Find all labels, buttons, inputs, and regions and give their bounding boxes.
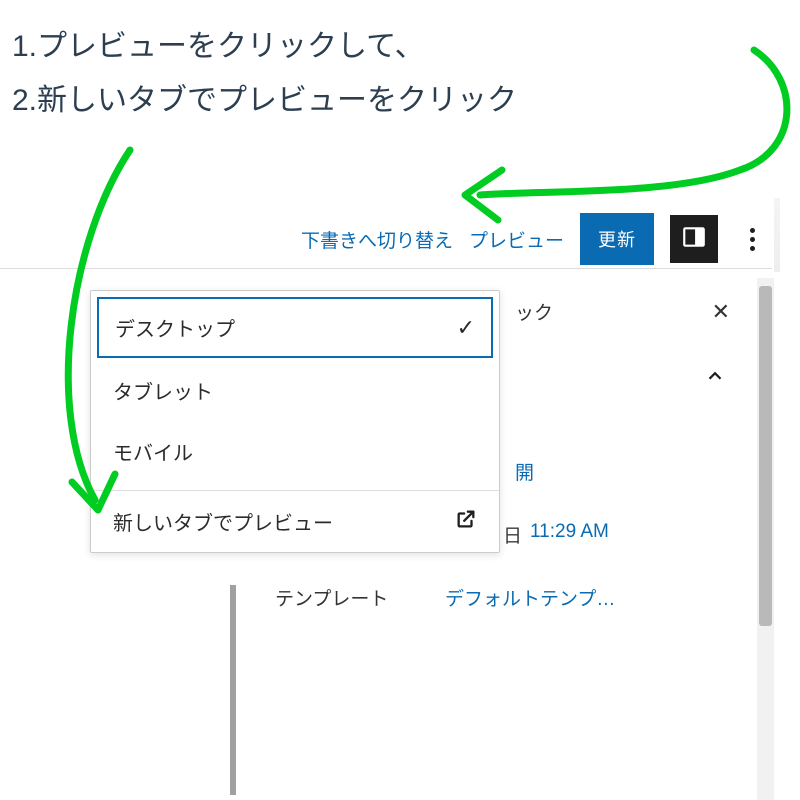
preview-dropdown: デスクトップ ✓ タブレット モバイル 新しいタブでプレビュー — [90, 290, 500, 553]
template-row: テンプレート デフォルトテンプ… — [225, 566, 750, 629]
template-value-link[interactable]: デフォルトテンプ… — [445, 584, 615, 611]
more-options-button[interactable] — [734, 215, 770, 263]
preview-new-tab-option[interactable]: 新しいタブでプレビュー — [91, 491, 499, 552]
scrollbar-thumb[interactable] — [759, 286, 772, 626]
template-label: テンプレート — [275, 584, 405, 611]
preview-link[interactable]: プレビュー — [469, 226, 564, 253]
preview-option-mobile[interactable]: モバイル — [91, 421, 499, 482]
toolbar-divider — [0, 268, 772, 269]
dropdown-item-label: デスクトップ — [115, 313, 235, 342]
date-suffix: 日 — [503, 521, 522, 548]
close-icon[interactable]: ✕ — [712, 299, 730, 325]
check-icon: ✓ — [457, 315, 475, 341]
annotation-line-1: 1.プレビューをクリックして、 — [12, 20, 517, 74]
dropdown-item-label: モバイル — [113, 437, 193, 466]
dropdown-item-label: 新しいタブでプレビュー — [113, 507, 333, 536]
external-link-icon — [455, 508, 477, 536]
block-indicator-bar — [230, 585, 236, 795]
preview-option-tablet[interactable]: タブレット — [91, 360, 499, 421]
chevron-up-icon — [704, 365, 726, 392]
annotation-line-2: 2.新しいタブでプレビューをクリック — [12, 74, 517, 128]
switch-to-draft-link[interactable]: 下書きへ切り替え — [301, 226, 453, 253]
visibility-link[interactable]: 開 — [515, 458, 534, 485]
more-vertical-icon — [750, 228, 755, 233]
editor-toolbar: 下書きへ切り替え プレビュー 更新 — [301, 205, 770, 273]
dropdown-item-label: タブレット — [113, 376, 213, 405]
instruction-annotations: 1.プレビューをクリックして、 2.新しいタブでプレビューをクリック — [12, 20, 517, 128]
update-button[interactable]: 更新 — [580, 213, 654, 265]
scrollbar[interactable] — [757, 278, 774, 800]
settings-panel-toggle[interactable] — [670, 215, 718, 263]
publish-time-link[interactable]: 11:29 AM — [530, 521, 609, 548]
sidebar-panel-icon — [681, 224, 707, 255]
preview-option-desktop[interactable]: デスクトップ ✓ — [97, 297, 493, 358]
